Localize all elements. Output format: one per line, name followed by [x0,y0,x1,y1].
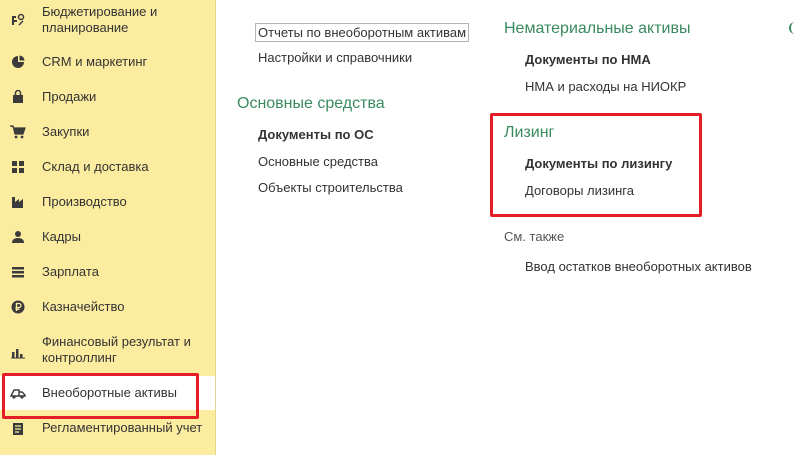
sidebar-item-warehouse[interactable]: Склад и доставка [0,159,215,175]
next-column-edge [789,22,794,34]
sidebar-item-salary[interactable]: Зарплата [0,264,215,280]
highlight-fixed-assets [2,373,199,419]
person-icon [10,229,26,245]
sidebar-item-crm[interactable]: CRM и маркетинг [0,54,215,70]
ruble-coin-icon [10,299,26,315]
link-opening-balances[interactable]: Ввод остатков внеоборотных активов [525,259,752,274]
sidebar-item-hr[interactable]: Кадры [0,229,215,245]
sidebar-item-financial-result[interactable]: Финансовый результат и контроллинг [0,334,215,366]
sidebar-item-label: Бюджетирование и планирование [42,4,158,35]
sidebar-item-label: Финансовый результат и контроллинг [42,334,191,365]
sidebar-item-label: Закупки [42,124,90,139]
highlight-leasing [490,113,702,217]
factory-icon [10,194,26,210]
bar-chart-icon [10,344,26,360]
sidebar-item-sales[interactable]: Продажи [0,89,215,105]
section-title-intangible-assets: Нематериальные активы [504,20,691,37]
sidebar-item-label: CRM и маркетинг [42,54,148,69]
cart-icon [10,124,26,140]
section-title-fixed-assets: Основные средства [237,95,385,112]
salary-icon [10,264,26,280]
pie-chart-icon [10,54,26,70]
link-intangible-documents[interactable]: Документы по НМА [525,52,651,67]
sidebar-item-label: Зарплата [42,264,99,279]
link-fixed-assets-documents[interactable]: Документы по ОС [258,127,374,142]
sidebar-item-treasury[interactable]: Казначейство [0,299,215,315]
link-fixed-assets[interactable]: Основные средства [258,154,378,169]
sidebar-item-label: Склад и доставка [42,159,149,174]
link-intangible-rnd[interactable]: НМА и расходы на НИОКР [525,79,686,94]
see-also-label: См. также [504,229,565,244]
sidebar-item-label: Казначейство [42,299,125,314]
link-fixed-assets-reports[interactable]: Отчеты по внеоборотным активам [255,23,470,42]
sidebar-item-production[interactable]: Производство [0,194,215,210]
sidebar-item-purchases[interactable]: Закупки [0,124,215,140]
sidebar-item-label: Производство [42,194,127,209]
warehouse-grid-icon [10,159,26,175]
sidebar-item-label: Кадры [42,229,81,244]
shopping-bag-icon [10,89,26,105]
sidebar-item-regulated-accounting[interactable]: Регламентированный учет [0,420,215,436]
budget-icon [10,12,26,28]
link-construction-objects[interactable]: Объекты строительства [258,180,403,195]
document-list-icon [10,421,26,437]
sidebar-item-label: Продажи [42,89,97,104]
sidebar-item-label: Регламентированный учет [42,420,203,435]
link-settings-references[interactable]: Настройки и справочники [258,50,412,65]
sidebar-item-budgeting[interactable]: Бюджетирование и планирование [0,4,215,36]
